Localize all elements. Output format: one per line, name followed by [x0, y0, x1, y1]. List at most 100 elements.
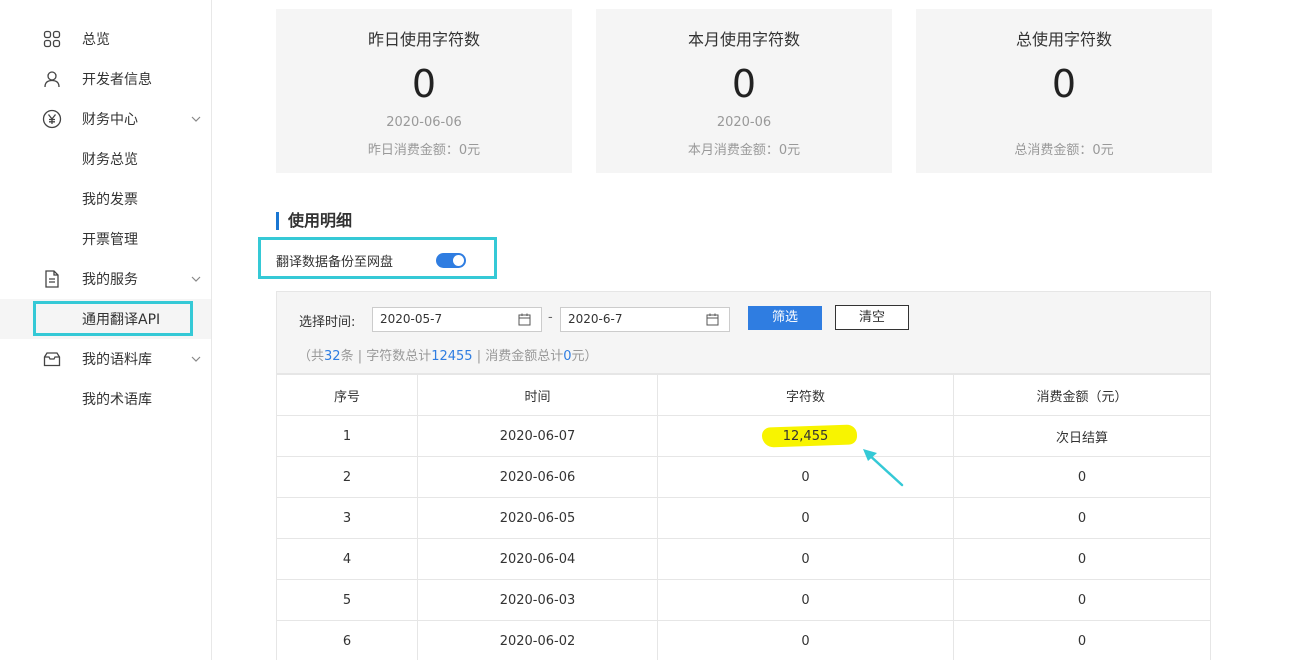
sidebar-item-label: 开发者信息 [82, 72, 152, 88]
user-icon [42, 69, 62, 89]
table-cell: 次日结算 [1055, 430, 1108, 446]
sidebar-item-label: 我的语料库 [82, 352, 152, 368]
card-date: 2020-06 [716, 115, 772, 130]
toggle-knob [453, 255, 464, 266]
table-row: 3 2020-06-05 0 0 [277, 498, 1210, 539]
sidebar-item-label: 我的术语库 [82, 392, 152, 408]
summary-count: 32 [324, 349, 341, 364]
yen-icon [42, 109, 62, 129]
summary-text: （共 [298, 349, 325, 364]
summary-chars: 12455 [431, 349, 473, 364]
sidebar-item-my-termbase[interactable]: 我的术语库 [0, 379, 211, 419]
table-cell: 6 [277, 621, 418, 660]
card-value: 0 [1051, 62, 1077, 106]
stat-card-month: 本月使用字符数 0 2020-06 本月消费金额：0元 [596, 9, 892, 173]
table-cell: 12,455 [658, 416, 954, 456]
summary-text: | 消费金额总计 [472, 349, 564, 364]
usage-table: 序号 时间 字符数 消费金额（元） 1 2020-06-07 12,455 次日… [276, 374, 1211, 660]
table-cell: 4 [277, 539, 418, 579]
sidebar-item-my-invoices[interactable]: 我的发票 [0, 179, 211, 219]
backup-toggle-label: 翻译数据备份至网盘 [276, 255, 394, 270]
calendar-icon[interactable] [706, 313, 719, 326]
sidebar-item-developer-info[interactable]: 开发者信息 [0, 59, 211, 99]
sidebar-item-label: 我的服务 [82, 272, 138, 288]
table-cell: 2020-06-04 [418, 539, 658, 579]
sidebar-item-finance-overview[interactable]: 财务总览 [0, 139, 211, 179]
card-amount: 昨日消费金额：0元 [367, 143, 481, 158]
sidebar-item-label: 我的发票 [82, 192, 138, 208]
grid-icon [42, 29, 62, 49]
table-cell: 0 [1077, 469, 1087, 485]
table-cell: 5 [277, 580, 418, 620]
table-row: 5 2020-06-03 0 0 [277, 580, 1210, 621]
table-row: 4 2020-06-04 0 0 [277, 539, 1210, 580]
table-cell: 2020-06-07 [418, 416, 658, 456]
table-cell: 0 [658, 498, 954, 538]
sidebar-item-invoice-management[interactable]: 开票管理 [0, 219, 211, 259]
table-cell: 2020-06-06 [418, 457, 658, 497]
usage-summary: （共32条 | 字符数总计12455 | 消费金额总计0元） [298, 345, 598, 364]
annotation-highlight-box [33, 301, 193, 336]
summary-amount: 0 [563, 349, 572, 364]
table-cell: 2020-06-05 [418, 498, 658, 538]
column-header: 序号 [277, 375, 418, 415]
table-cell: 0 [658, 457, 954, 497]
card-title: 昨日使用字符数 [367, 30, 480, 49]
card-amount: 总消费金额：0元 [1014, 143, 1114, 158]
table-cell: 0 [1077, 592, 1087, 608]
sidebar-item-label: 财务中心 [82, 112, 138, 128]
card-title: 总使用字符数 [1015, 30, 1112, 49]
table-cell: 3 [277, 498, 418, 538]
column-header: 时间 [418, 375, 658, 415]
document-icon [42, 269, 62, 289]
section-title: 使用明细 [276, 212, 352, 230]
chevron-down-icon [191, 276, 201, 282]
sidebar-item-my-corpus[interactable]: 我的语料库 [0, 339, 211, 379]
sidebar-item-finance-center[interactable]: 财务中心 [0, 99, 211, 139]
backup-toggle[interactable] [436, 253, 466, 268]
chevron-down-icon [191, 356, 201, 362]
column-header: 消费金额（元） [1036, 389, 1128, 405]
card-title: 本月使用字符数 [687, 30, 800, 49]
highlighted-value: 12,455 [782, 428, 829, 444]
sidebar-item-label: 总览 [82, 32, 110, 48]
summary-text: 元） [571, 349, 598, 364]
sidebar-item-label: 财务总览 [82, 152, 138, 168]
end-date-value: 2020-6-7 [568, 312, 623, 326]
inbox-icon [42, 349, 62, 369]
sidebar-item-label: 开票管理 [82, 232, 138, 248]
calendar-icon[interactable] [518, 313, 531, 326]
table-cell: 0 [1077, 633, 1087, 649]
table-header-row: 序号 时间 字符数 消费金额（元） [277, 374, 1210, 416]
table-cell: 0 [658, 580, 954, 620]
filter-label: 选择时间: [299, 315, 356, 330]
table-row: 1 2020-06-07 12,455 次日结算 [277, 416, 1210, 457]
start-date-value: 2020-05-7 [380, 312, 443, 326]
clear-button[interactable]: 清空 [835, 305, 909, 330]
annotation-arrow-icon [863, 449, 904, 487]
stat-card-yesterday: 昨日使用字符数 0 2020-06-06 昨日消费金额：0元 [276, 9, 572, 173]
column-header: 字符数 [658, 375, 954, 415]
table-cell: 0 [1077, 551, 1087, 567]
card-amount: 本月消费金额：0元 [687, 143, 801, 158]
table-cell: 1 [277, 416, 418, 456]
sidebar-item-overview[interactable]: 总览 [0, 19, 211, 59]
table-row: 6 2020-06-02 0 0 [277, 621, 1210, 660]
date-range-separator: - [548, 310, 553, 325]
table-cell: 2020-06-02 [418, 621, 658, 660]
end-date-input[interactable]: 2020-6-7 [560, 307, 730, 332]
sidebar-item-my-services[interactable]: 我的服务 [0, 259, 211, 299]
card-value: 0 [411, 62, 437, 106]
table-cell: 2020-06-03 [418, 580, 658, 620]
card-date: 2020-06-06 [386, 115, 462, 130]
filter-button[interactable]: 筛选 [748, 306, 822, 330]
table-cell: 0 [658, 621, 954, 660]
table-row: 2 2020-06-06 0 0 [277, 457, 1210, 498]
stat-card-total: 总使用字符数 0 总消费金额：0元 [916, 9, 1212, 173]
start-date-input[interactable]: 2020-05-7 [372, 307, 542, 332]
card-value: 0 [731, 62, 757, 106]
summary-text: 条 | 字符数总计 [340, 349, 432, 364]
table-cell: 0 [1077, 510, 1087, 526]
table-cell: 0 [658, 539, 954, 579]
table-cell: 2 [277, 457, 418, 497]
